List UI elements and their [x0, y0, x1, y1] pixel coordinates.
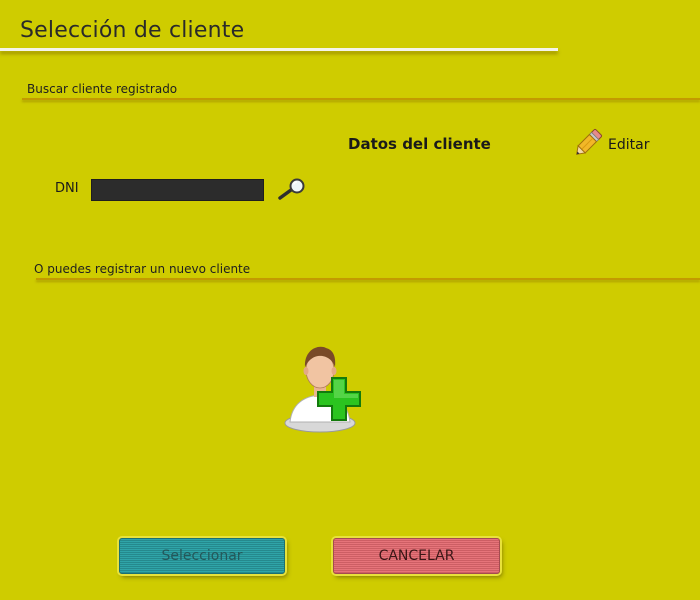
search-section-divider	[22, 98, 700, 100]
select-button[interactable]: Seleccionar	[119, 538, 285, 574]
dni-label: DNI	[55, 181, 79, 196]
title-divider	[0, 48, 558, 51]
client-data-title: Datos del cliente	[348, 135, 491, 153]
cancel-button[interactable]: CANCELAR	[333, 538, 500, 574]
search-section-heading: Buscar cliente registrado	[27, 82, 178, 96]
pencil-icon	[576, 128, 603, 155]
register-section-heading: O puedes registrar un nuevo cliente	[34, 262, 251, 276]
search-button[interactable]	[276, 177, 308, 201]
magnifier-icon	[278, 178, 305, 200]
page-title: Selección de cliente	[20, 18, 245, 43]
edit-label: Editar	[608, 137, 650, 153]
edit-client-button[interactable]: Editar	[571, 126, 649, 160]
register-section-divider	[36, 278, 700, 280]
dni-input[interactable]	[91, 179, 264, 201]
add-user-icon	[284, 346, 361, 433]
new-client-button[interactable]	[282, 340, 378, 436]
